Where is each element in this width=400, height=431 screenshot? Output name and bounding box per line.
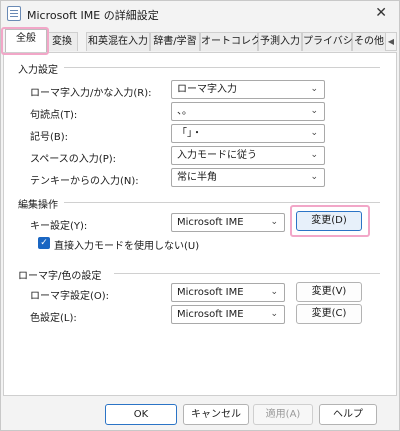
select-key-settings[interactable]: Microsoft IME ⌄ — [171, 213, 285, 232]
tab-dictionary[interactable]: 辞書/学習 — [150, 32, 200, 51]
select-color-settings[interactable]: Microsoft IME ⌄ — [171, 305, 285, 324]
tab-strip: 全般 変換 和英混在入力 辞書/学習 オートコレクト 予測入力 プライバシー そ… — [3, 29, 397, 53]
group-title-romaji-color: ローマ字/色の設定 — [18, 271, 102, 282]
label-romaji-kana: ローマ字入力/かな入力(R): — [30, 88, 152, 99]
chevron-down-icon: ⌄ — [310, 150, 318, 160]
tab-privacy[interactable]: プライバシー — [302, 32, 363, 51]
select-romaji-settings[interactable]: Microsoft IME ⌄ — [171, 283, 285, 302]
tab-conversion[interactable]: 変換 — [46, 32, 78, 51]
chevron-down-icon: ⌄ — [310, 128, 318, 138]
select-numpad[interactable]: 常に半角 ⌄ — [171, 168, 325, 187]
label-punctuation: 句読点(T): — [30, 110, 78, 121]
select-value: 、。 — [177, 106, 192, 117]
group-title-input: 入力設定 — [18, 65, 58, 76]
group-title-edit: 編集操作 — [18, 200, 58, 211]
help-button[interactable]: ヘルプ — [319, 404, 377, 425]
label-space: スペースの入力(P): — [30, 154, 117, 165]
settings-window: Microsoft IME の詳細設定 ✕ 全般 変換 和英混在入力 辞書/学習… — [0, 0, 400, 431]
general-panel: 入力設定 ローマ字入力/かな入力(R): ローマ字入力 ⌄ 句読点(T): 、。… — [3, 52, 397, 396]
label-symbol: 記号(B): — [30, 132, 69, 143]
cancel-button[interactable]: キャンセル — [183, 404, 249, 425]
ime-settings-icon — [7, 6, 21, 21]
select-value: 常に半角 — [177, 172, 217, 183]
label-direct-input: 直接入力モードを使用しない(U) — [54, 241, 200, 252]
label-numpad: テンキーからの入力(N): — [30, 176, 139, 187]
change-romaji-button[interactable]: 変更(V) — [296, 282, 362, 302]
window-title: Microsoft IME の詳細設定 — [27, 9, 159, 22]
tab-prediction[interactable]: 予測入力 — [258, 32, 302, 51]
apply-button[interactable]: 適用(A) — [253, 404, 313, 425]
close-icon[interactable]: ✕ — [375, 5, 387, 21]
select-symbol[interactable]: 「」・ ⌄ — [171, 124, 325, 143]
direct-input-checkbox[interactable]: ✓ — [38, 237, 50, 249]
tab-autocorrect[interactable]: オートコレクト — [200, 32, 271, 51]
change-key-button[interactable]: 変更(D) — [296, 211, 362, 231]
label-romaji-settings: ローマ字設定(O): — [30, 291, 110, 302]
title-bar: Microsoft IME の詳細設定 ✕ — [1, 1, 399, 27]
tab-other[interactable]: その他 — [352, 32, 386, 51]
label-key-settings: キー設定(Y): — [30, 221, 88, 232]
divider — [64, 202, 380, 203]
select-value: Microsoft IME — [177, 309, 244, 320]
select-value: 入力モードに従う — [177, 150, 257, 161]
chevron-down-icon: ⌄ — [270, 217, 278, 227]
select-value: Microsoft IME — [177, 287, 244, 298]
label-color-settings: 色設定(L): — [30, 313, 77, 324]
divider — [114, 273, 380, 274]
select-value: Microsoft IME — [177, 217, 244, 228]
ok-button[interactable]: OK — [105, 404, 177, 425]
chevron-down-icon: ⌄ — [270, 287, 278, 297]
select-value: 「」・ — [177, 128, 202, 139]
select-punctuation[interactable]: 、。 ⌄ — [171, 102, 325, 121]
change-color-button[interactable]: 変更(C) — [296, 304, 362, 324]
tab-mixed-input[interactable]: 和英混在入力 — [86, 32, 150, 51]
tab-scroll-left-icon[interactable]: ◀ — [385, 32, 397, 51]
select-value: ローマ字入力 — [177, 84, 237, 95]
chevron-down-icon: ⌄ — [270, 309, 278, 319]
chevron-down-icon: ⌄ — [310, 172, 318, 182]
chevron-down-icon: ⌄ — [310, 84, 318, 94]
divider — [64, 67, 380, 68]
tab-general[interactable]: 全般 — [5, 29, 47, 52]
select-space[interactable]: 入力モードに従う ⌄ — [171, 146, 325, 165]
chevron-down-icon: ⌄ — [310, 106, 318, 116]
select-romaji-kana[interactable]: ローマ字入力 ⌄ — [171, 80, 325, 99]
